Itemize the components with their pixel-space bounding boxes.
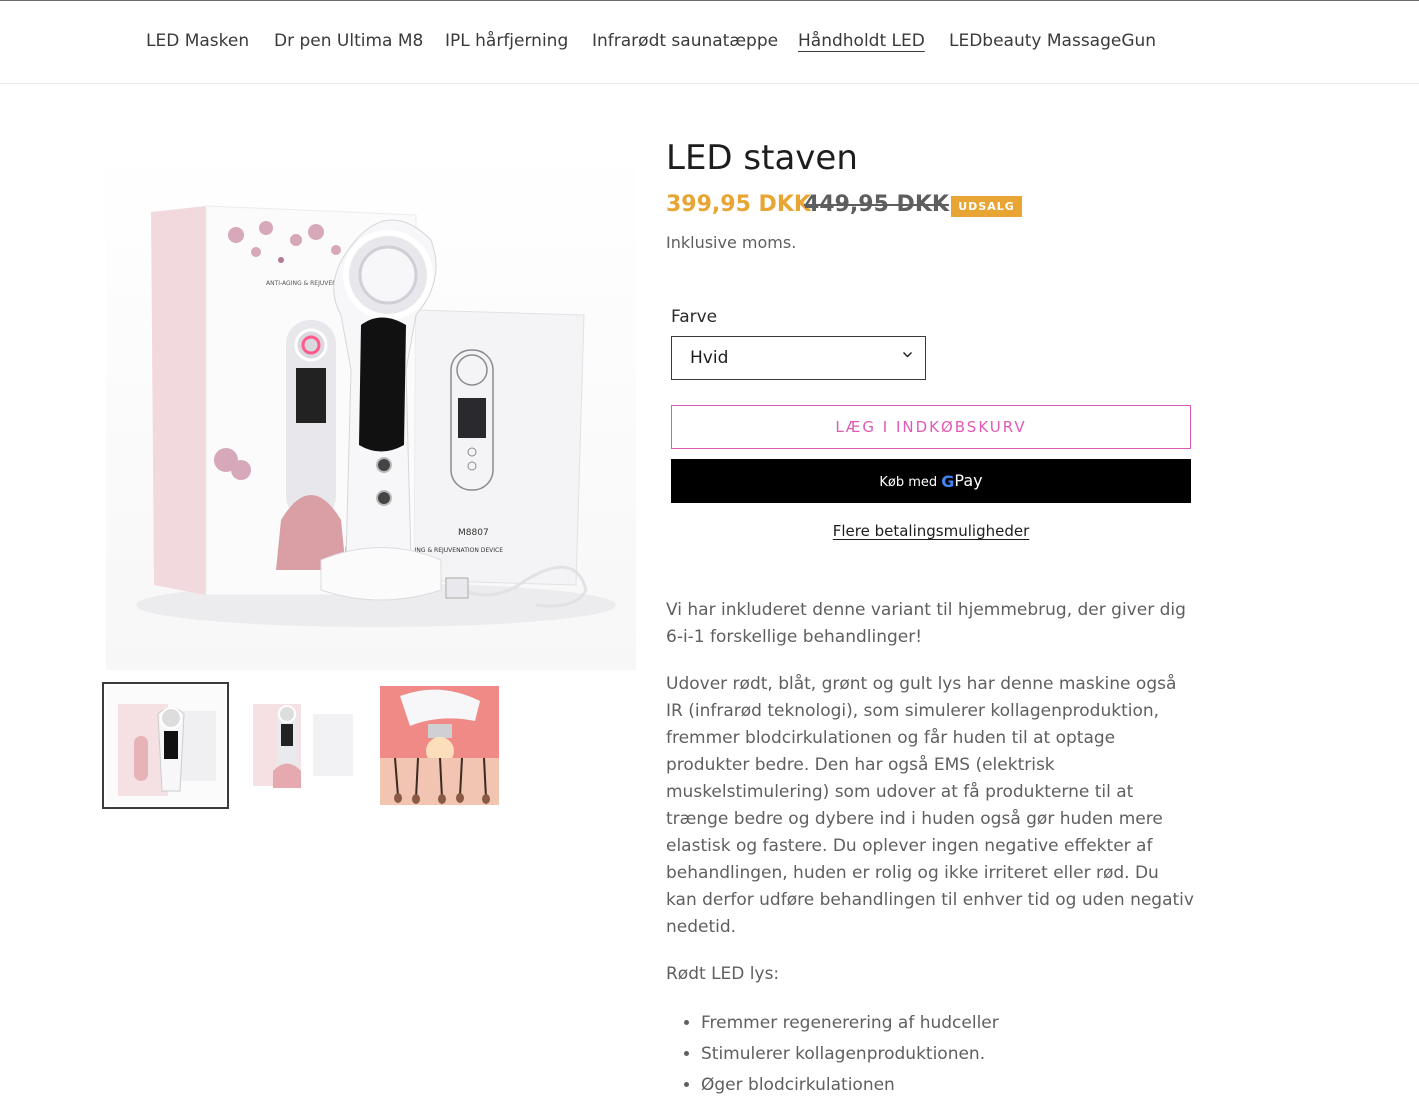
thumbnail-image [106, 686, 225, 805]
thumbnail-image [243, 686, 362, 805]
gpay-prefix: Køb med [879, 475, 938, 490]
product-title: LED staven [666, 138, 858, 178]
google-g-icon: G [941, 472, 955, 491]
description-paragraph: Vi har inkluderet denne variant til hjem… [666, 600, 1186, 647]
nav-item-led-masken[interactable]: LED Masken [146, 31, 249, 51]
color-select-value: Hvid [690, 348, 729, 368]
list-item: Fremmer regenerering af hudceller [701, 1008, 1194, 1039]
product-main-image[interactable]: M8807 AGING & REJUVENATION DEVICE ANTI-A… [106, 140, 636, 670]
compare-price: 449,95 DKK [804, 192, 949, 217]
sale-badge: UDSALG [951, 196, 1022, 217]
nav-item-haandholdt-led[interactable]: Håndholdt LED [798, 31, 925, 51]
main-navigation: LED Masken Dr pen Ultima M8 IPL hårfjern… [0, 1, 1419, 84]
nav-item-ipl[interactable]: IPL hårfjerning [445, 31, 568, 51]
sale-price: 399,95 DKK [666, 192, 811, 217]
product-photo: M8807 AGING & REJUVENATION DEVICE ANTI-A… [136, 205, 616, 627]
benefits-list: Fremmer regenerering af hudceller Stimul… [666, 1008, 1194, 1101]
thumbnail-image [380, 686, 499, 805]
google-pay-button[interactable]: Køb med GPay [671, 459, 1191, 503]
product-description: Vi har inkluderet denne variant til hjem… [666, 597, 1194, 1101]
list-item: Stimulerer kollagenproduktionen. [701, 1039, 1194, 1070]
list-item: Øger blodcirkulationen [701, 1070, 1194, 1101]
add-to-cart-button[interactable]: LÆG I INDKØBSKURV [671, 405, 1191, 449]
manual-model-text: M8807 [458, 528, 489, 538]
nav-item-massagegun[interactable]: LEDbeauty MassageGun [949, 31, 1156, 51]
color-select[interactable]: Hvid [671, 336, 926, 380]
chevron-down-icon [902, 349, 913, 364]
tax-note: Inklusive moms. [666, 233, 797, 252]
nav-item-saunataeppe[interactable]: Infrarødt saunatæppe [592, 31, 778, 51]
gpay-pay-text: Pay [954, 471, 983, 490]
thumbnail-white-device[interactable] [102, 682, 229, 809]
thumbnail-skin-diagram[interactable] [380, 686, 499, 805]
variant-label: Farve [671, 307, 718, 327]
nav-item-dr-pen[interactable]: Dr pen Ultima M8 [274, 31, 423, 51]
more-payment-options-link[interactable]: Flere betalingsmuligheder [671, 522, 1191, 540]
description-paragraph: Udover rødt, blåt, grønt og gult lys har… [666, 674, 1194, 937]
thumbnail-pink-device[interactable] [243, 686, 362, 805]
description-heading: Rødt LED lys: [666, 964, 780, 984]
